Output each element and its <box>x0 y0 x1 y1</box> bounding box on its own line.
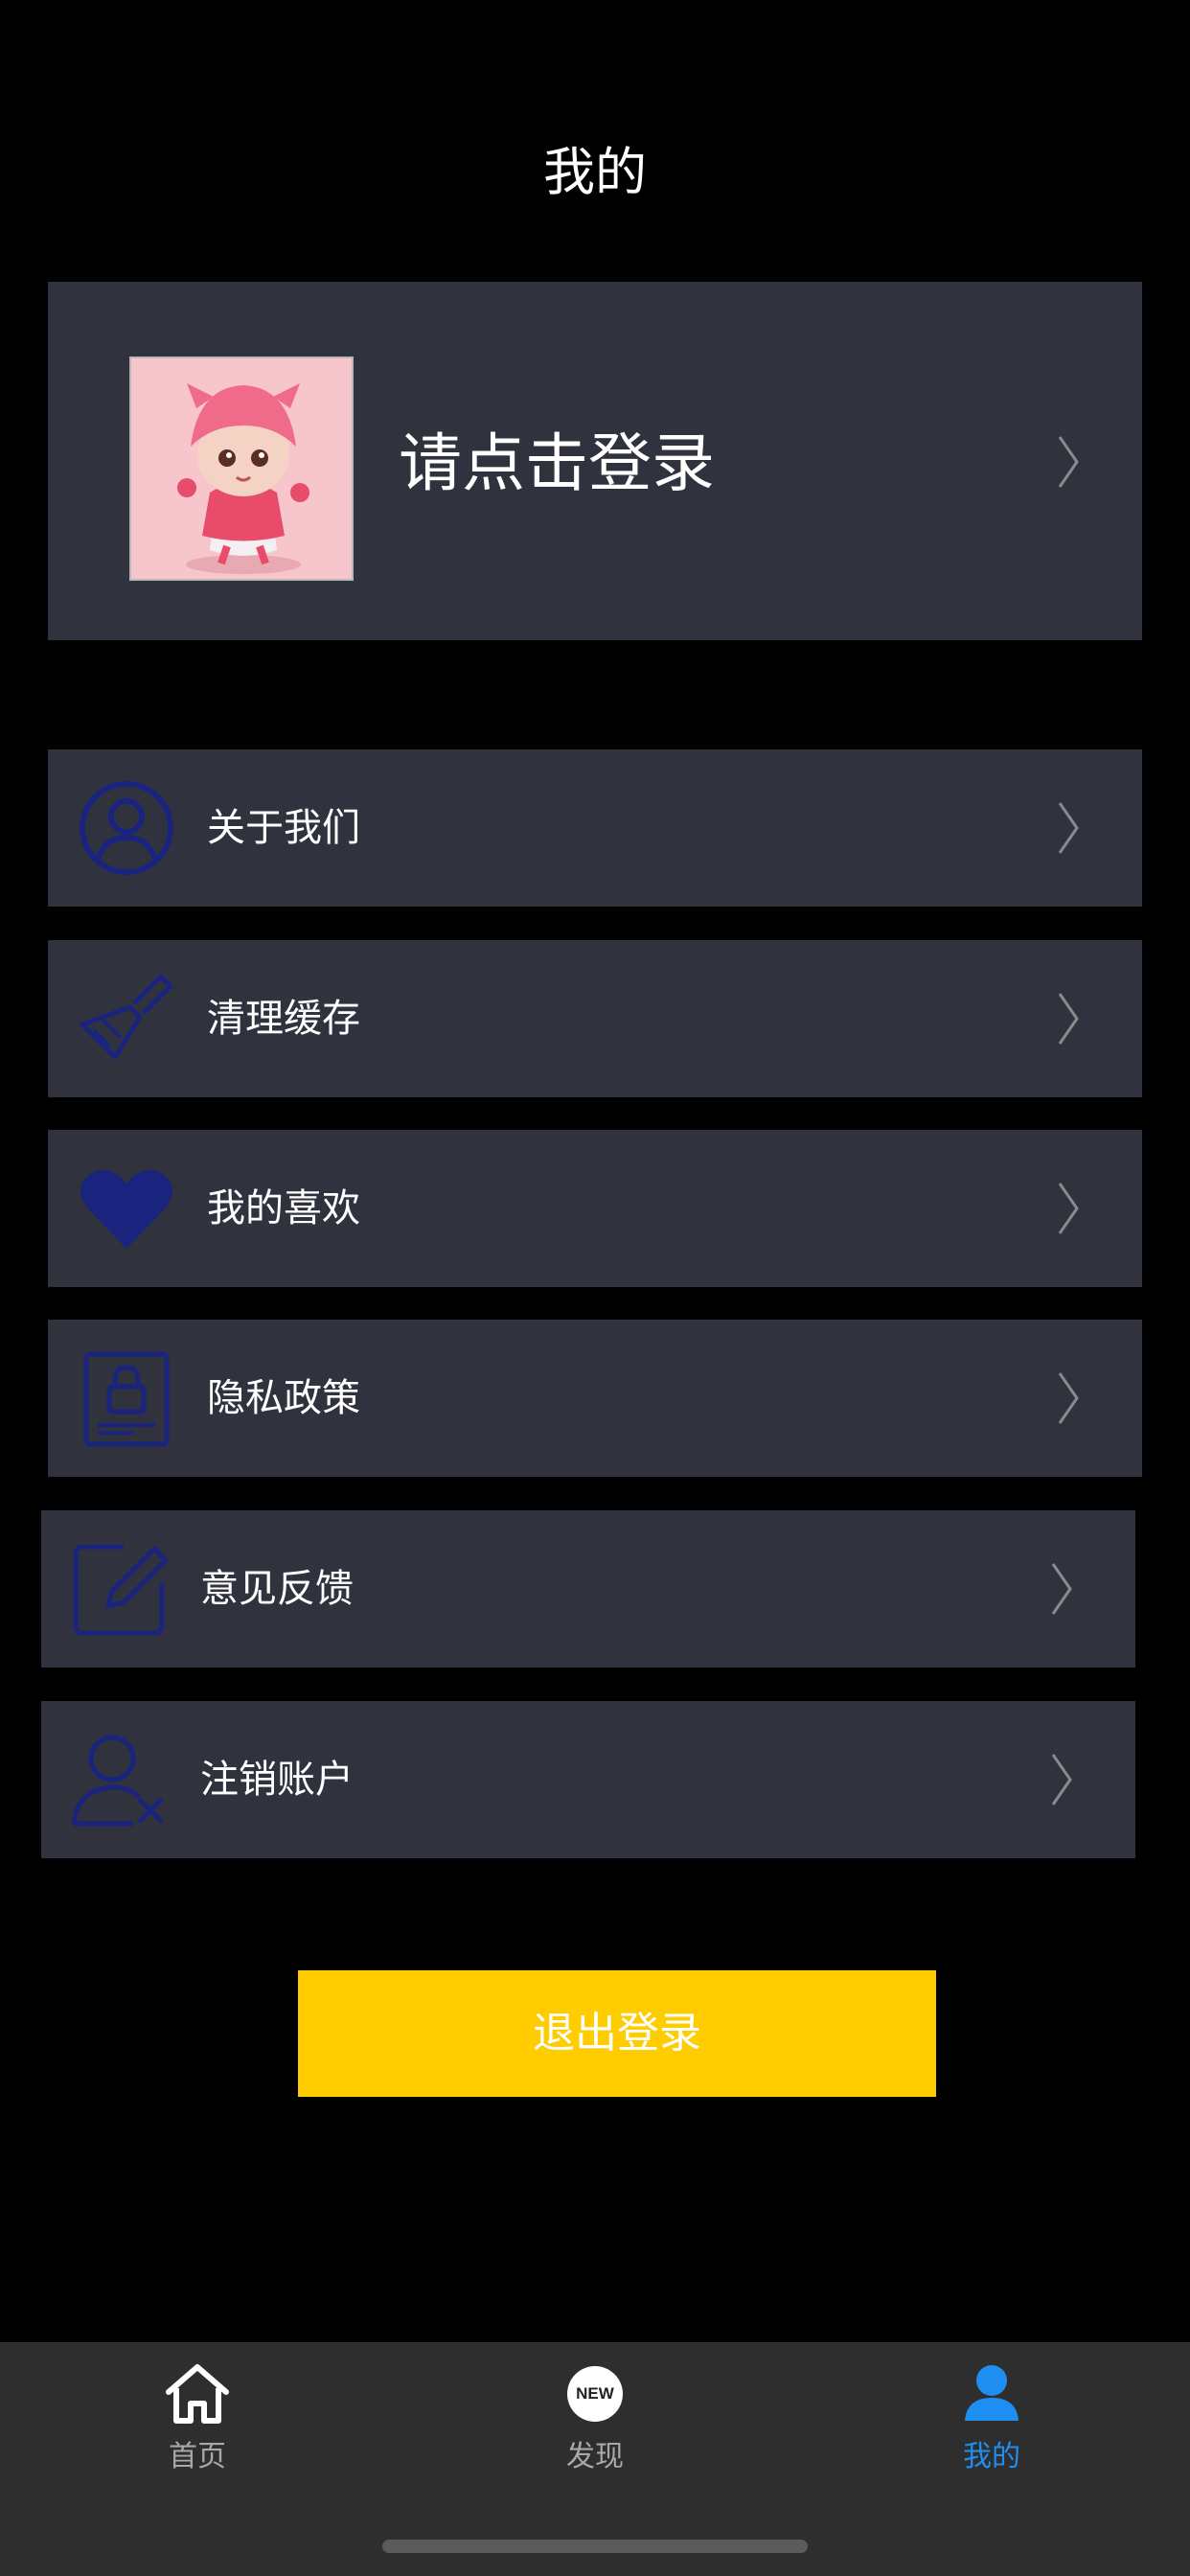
chevron-right-icon <box>1058 1183 1079 1234</box>
menu-item-clear-cache[interactable]: 清理缓存 <box>48 940 1142 1097</box>
heart-icon <box>80 1169 173 1249</box>
menu-item-feedback[interactable]: 意见反馈 <box>41 1510 1135 1668</box>
menu-item-label: 隐私政策 <box>207 1376 360 1420</box>
tab-discover[interactable]: NEW 发现 <box>499 2361 691 2505</box>
profile-card[interactable]: 请点击登录 <box>48 282 1142 640</box>
chevron-right-icon <box>1051 1754 1072 1806</box>
home-icon <box>166 2364 229 2424</box>
menu-item-label: 我的喜欢 <box>207 1186 360 1230</box>
person-icon <box>965 2365 1018 2421</box>
tab-label: 发现 <box>566 2440 624 2473</box>
brush-icon <box>80 974 173 1060</box>
avatar-image <box>131 358 352 579</box>
user-remove-icon <box>71 1735 164 1827</box>
menu-item-delete-account[interactable]: 注销账户 <box>41 1701 1135 1858</box>
menu-item-about-us[interactable]: 关于我们 <box>48 749 1142 907</box>
chevron-right-icon <box>1058 1372 1079 1424</box>
menu-item-my-favorites[interactable]: 我的喜欢 <box>48 1130 1142 1287</box>
user-circle-icon <box>80 781 173 875</box>
menu-item-privacy-policy[interactable]: 隐私政策 <box>48 1320 1142 1477</box>
chevron-right-icon <box>1058 802 1079 854</box>
new-badge-icon: NEW <box>567 2366 623 2422</box>
avatar[interactable] <box>129 356 354 581</box>
lock-document-icon <box>83 1351 170 1447</box>
tab-label: 我的 <box>963 2440 1020 2473</box>
edit-icon <box>73 1544 169 1636</box>
chevron-right-icon <box>1051 1563 1072 1615</box>
tab-label: 首页 <box>169 2440 226 2473</box>
menu-item-label: 意见反馈 <box>200 1567 354 1611</box>
home-indicator[interactable] <box>382 2540 808 2553</box>
page-title: 我的 <box>543 142 647 202</box>
tab-mine[interactable]: 我的 <box>896 2361 1087 2505</box>
new-badge-text: NEW <box>576 2384 614 2403</box>
tab-home[interactable]: 首页 <box>102 2361 293 2505</box>
menu-item-label: 关于我们 <box>207 806 360 850</box>
login-prompt[interactable]: 请点击登录 <box>399 426 715 502</box>
menu-item-label: 注销账户 <box>200 1758 354 1802</box>
chevron-right-icon <box>1058 436 1079 488</box>
chevron-right-icon <box>1058 993 1079 1045</box>
logout-button[interactable]: 退出登录 <box>298 1970 936 2097</box>
menu-item-label: 清理缓存 <box>207 997 360 1041</box>
